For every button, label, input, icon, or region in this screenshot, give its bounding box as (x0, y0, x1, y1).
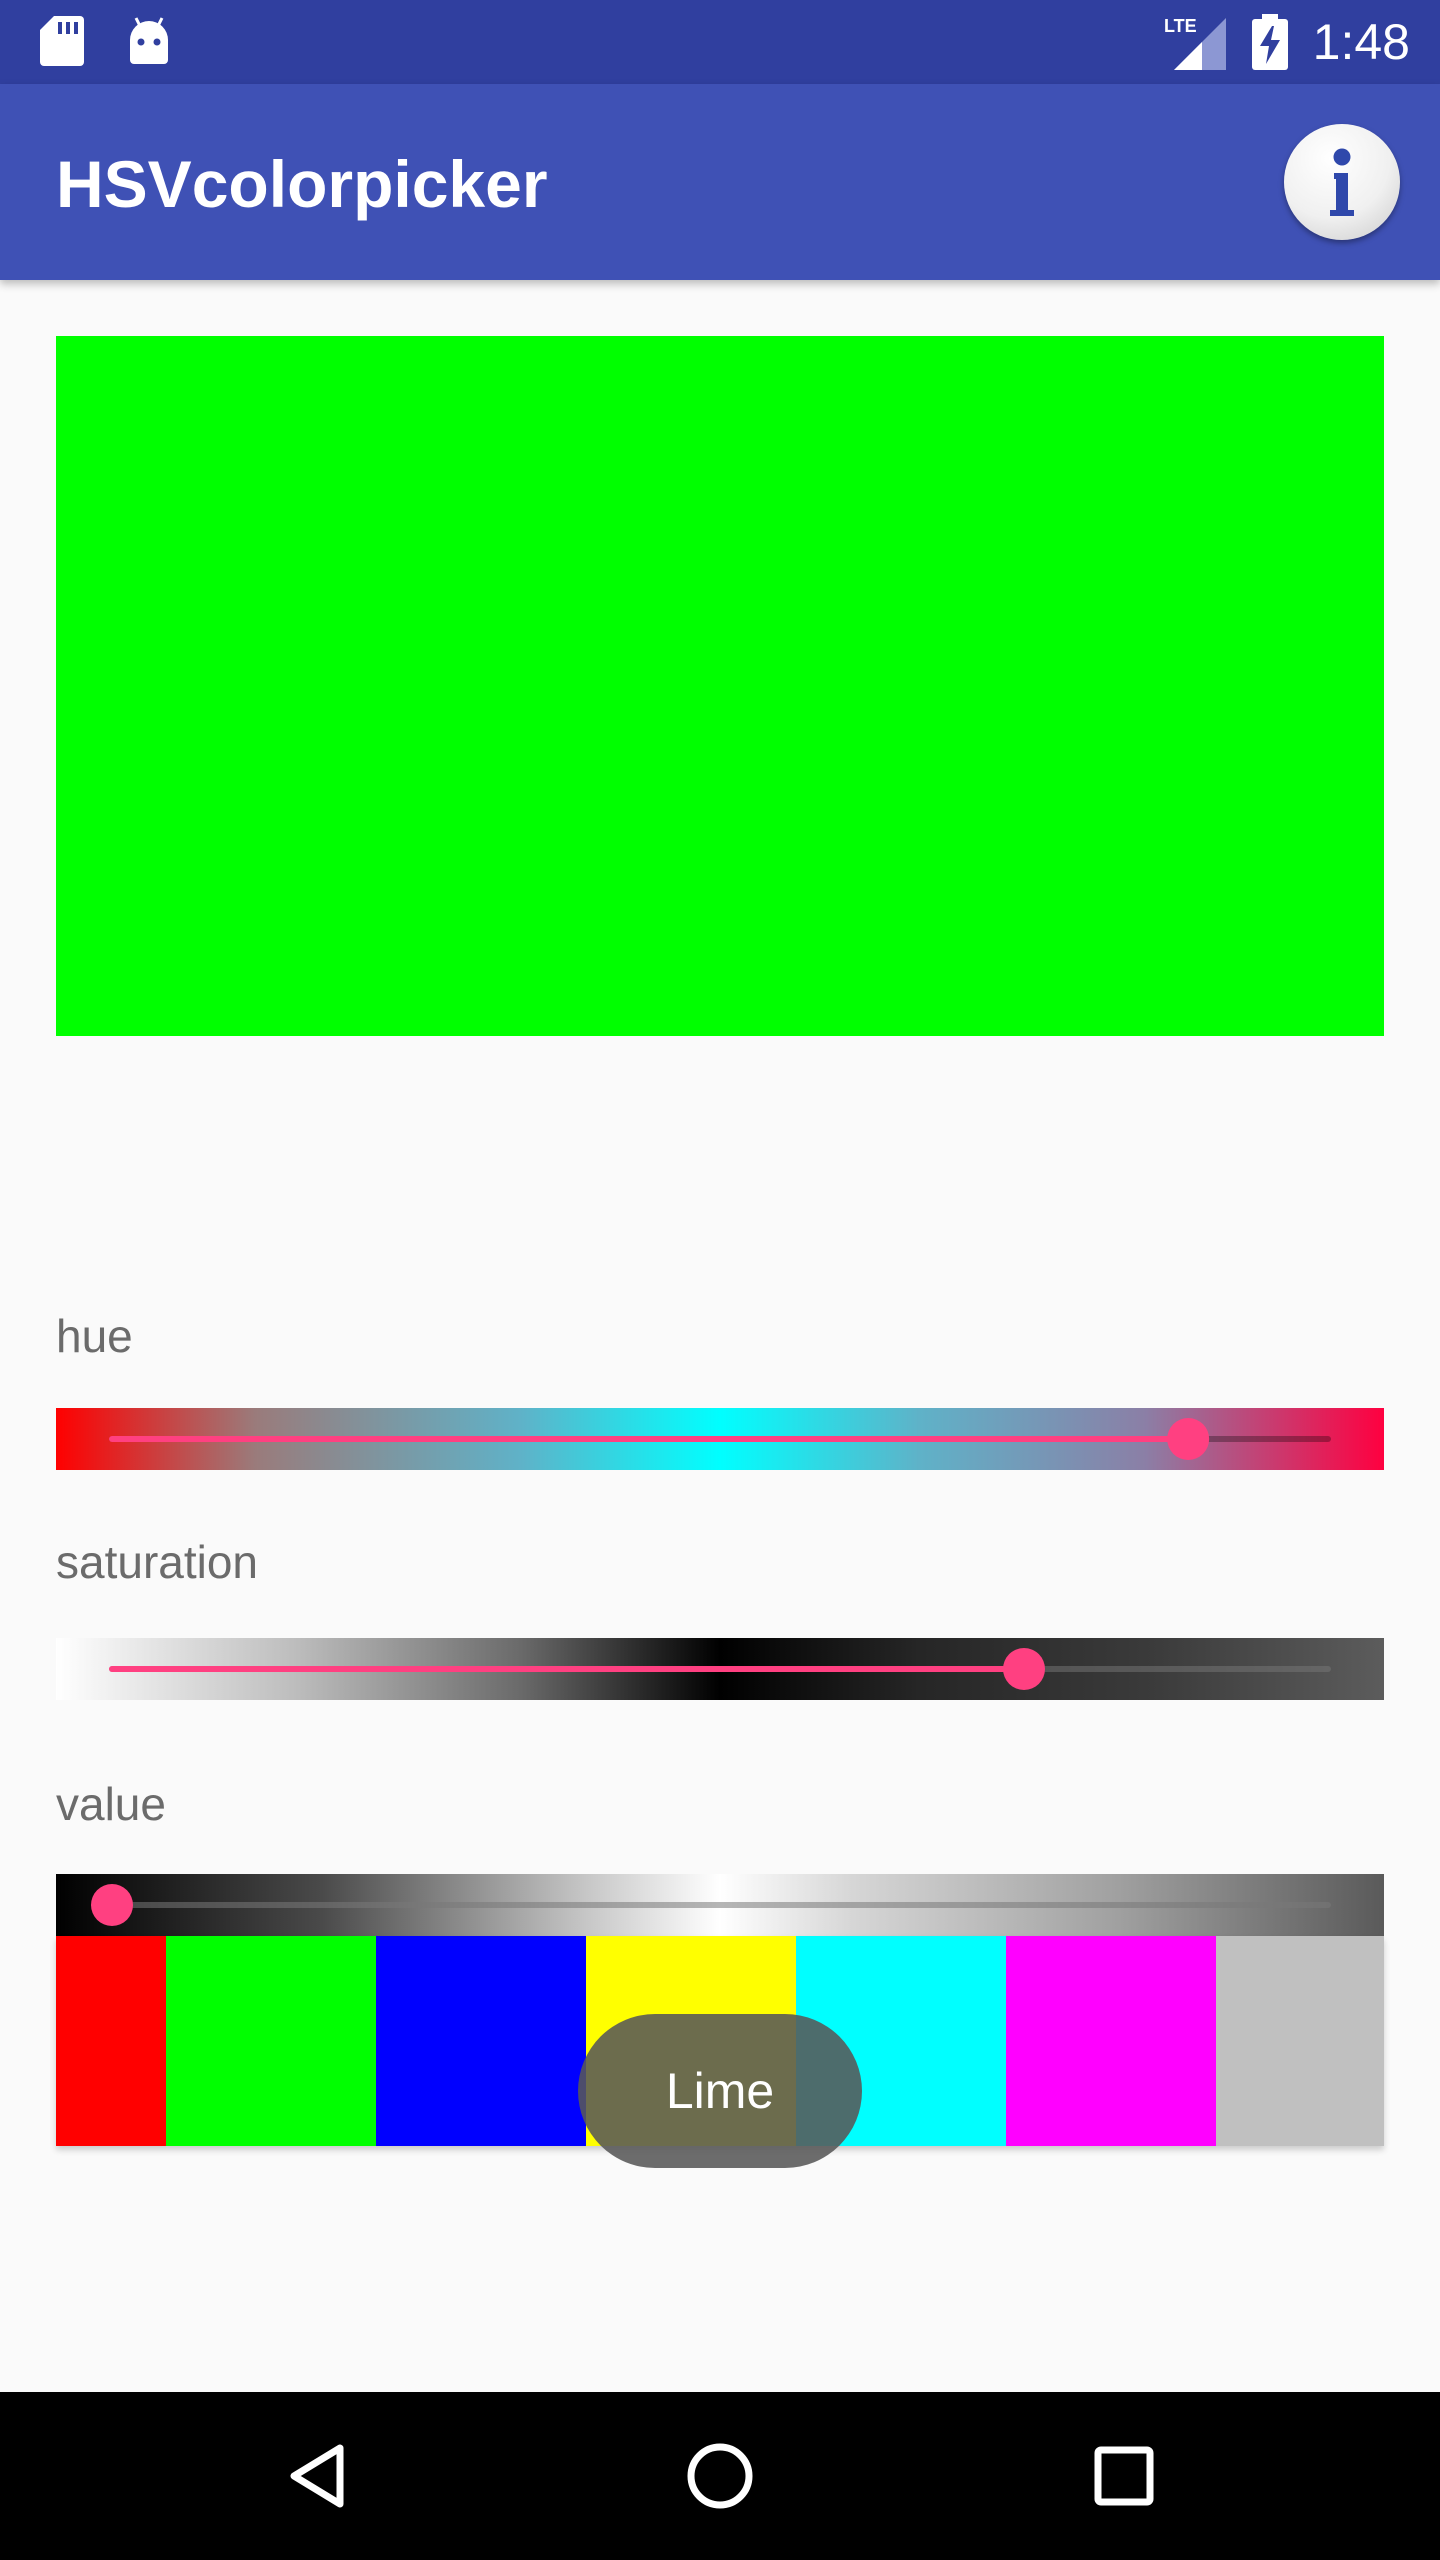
value-slider-graphic (91, 1884, 1331, 1926)
saturation-label: saturation (56, 1536, 259, 1588)
swatch-lime[interactable] (166, 1936, 376, 2146)
hue-slider-graphic (109, 1418, 1331, 1460)
saturation-slider[interactable] (56, 1638, 1384, 1700)
color-preview (56, 336, 1384, 1036)
recents-icon[interactable] (1082, 2434, 1166, 2518)
saturation-thumb[interactable] (1003, 1648, 1045, 1690)
android-icon (130, 17, 168, 64)
value-thumb[interactable] (91, 1884, 133, 1926)
info-icon (1330, 148, 1354, 216)
home-icon[interactable] (678, 2434, 762, 2518)
info-button[interactable] (1284, 124, 1400, 240)
app-bar: HSVcolorpicker (0, 84, 1440, 280)
navigation-bar (0, 2392, 1440, 2560)
swatch-blue[interactable] (376, 1936, 586, 2146)
value-label: value (56, 1778, 166, 1830)
value-slider[interactable] (56, 1874, 1384, 1936)
lte-signal-icon: LTE (1164, 16, 1226, 70)
swatch-red[interactable] (56, 1936, 166, 2146)
battery-charging-icon (1252, 14, 1288, 70)
lte-label: LTE (1164, 16, 1197, 36)
app-title: HSVcolorpicker (56, 147, 548, 221)
clock: 1:48 (1312, 14, 1410, 70)
swatch-silver[interactable] (1216, 1936, 1384, 2146)
toast-message: Lime (578, 2014, 862, 2168)
saturation-slider-graphic (109, 1648, 1331, 1690)
swatch-magenta[interactable] (1006, 1936, 1216, 2146)
hue-thumb[interactable] (1167, 1418, 1210, 1460)
status-bar: LTE 1:48 (0, 0, 1440, 84)
sd-card-icon (40, 16, 84, 66)
back-icon[interactable] (276, 2434, 360, 2518)
hue-label: hue (56, 1310, 133, 1362)
hue-slider[interactable] (56, 1408, 1384, 1470)
